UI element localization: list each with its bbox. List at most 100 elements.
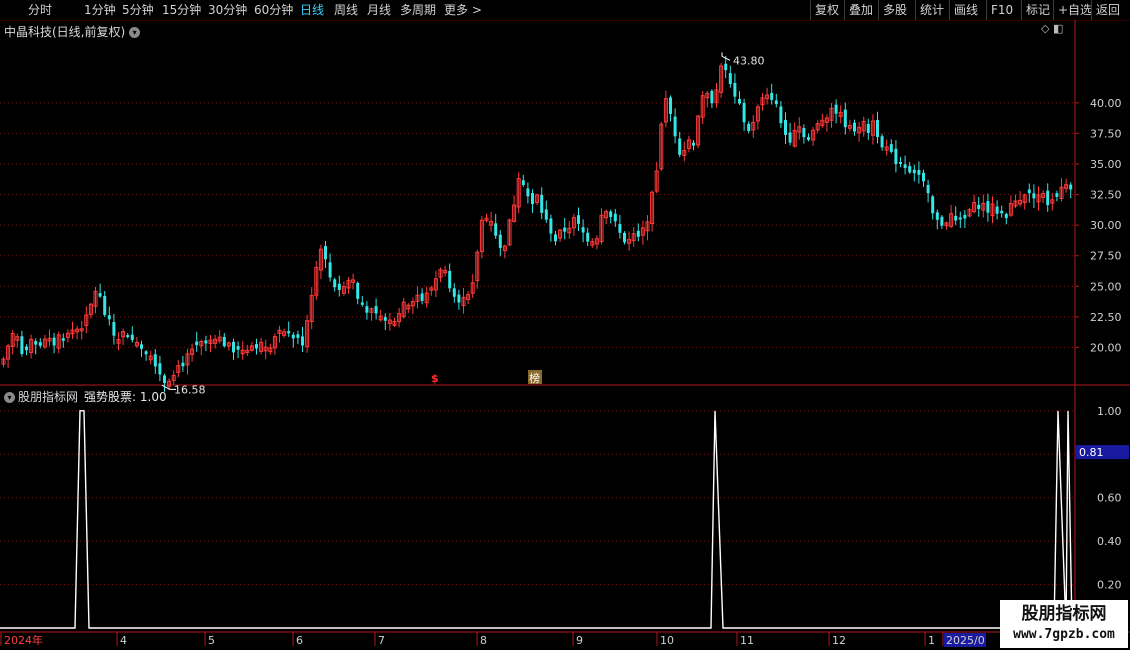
candle-body [926,184,930,194]
candle-body [618,223,622,233]
time-axis-label: 6 [296,634,303,647]
candle-body [581,227,585,233]
candle-body [710,90,714,104]
time-axis-label: 11 [740,634,754,647]
candle-body [880,136,884,148]
time-axis-label: 8 [480,634,487,647]
watermark-logo: 股朋指标网 www.7gpzb.com [1000,600,1128,648]
candle-body [296,334,300,338]
indicator-panel-title: ▾ 股朋指标网 强势股票: 1.00 [4,388,167,405]
time-axis-label: 2025/0 [946,634,985,647]
candle-body [1046,190,1050,206]
indicator-tick-label: 0.40 [1097,535,1122,548]
event-marker-dollar: $ [431,372,439,385]
candle-body [1004,213,1008,219]
candle-body [977,204,981,209]
candle-body [52,337,56,346]
candle-body [204,340,208,344]
candle-body [899,162,902,164]
indicator-name: 股朋指标网 [18,390,79,404]
candle-body [1069,184,1073,190]
time-axis-label: 9 [576,634,583,647]
event-marker-list: 榜 [529,371,540,385]
candle-body [544,209,548,220]
candle-body [301,336,304,346]
candle-body [802,128,806,138]
candle-body [807,137,810,140]
candle-body [333,279,337,288]
candle-body [940,216,944,226]
candle-body [935,212,939,220]
candle-body [112,322,116,336]
candle-body [738,98,741,104]
candle-body [163,375,166,384]
watermark-title: 股朋指标网 [1021,604,1107,624]
candle-body [554,234,557,242]
watermark-url: www.7gpzb.com [1013,627,1115,642]
candle-body [724,63,728,71]
candle-body [609,211,613,218]
candle-body [236,346,240,350]
indicator-dropdown-icon[interactable]: ▾ [4,392,15,403]
candle-body [130,334,134,341]
price-tick-label: 37.50 [1090,127,1122,140]
candle-body [38,342,42,346]
candle-body [728,73,732,84]
candle-body [747,123,751,132]
candle-body [922,172,925,182]
candle-body [337,283,341,291]
candle-body [876,120,879,138]
chart-area[interactable]: 20.00 22.50 25.00 27.50 30.00 32.50 35.00 37.50… [0,0,1130,650]
price-tick-label: 22.50 [1090,311,1122,324]
candle-body [912,169,916,174]
candle-body [20,336,24,354]
current-value-label: 0.81 [1079,446,1104,459]
candle-body [222,336,226,347]
candle-body [34,341,38,345]
candle-body [549,218,553,234]
candle-body [195,341,199,346]
candle-body [494,223,498,236]
candle-body [457,294,461,303]
candle-body [577,215,580,224]
candle-body [25,346,28,351]
indicator-tick-label: 1.00 [1097,405,1122,418]
candle-body [526,188,530,197]
candle-body [986,201,990,213]
candle-body [181,362,185,367]
time-axis-label: 1 [928,634,935,647]
candle-body [733,82,737,97]
candle-body [673,116,677,137]
candle-body [153,354,157,367]
candle-body [126,335,130,338]
candle-body [324,246,327,260]
candle-body [287,331,291,334]
candle-body [963,214,967,219]
indicator-line [0,410,1075,629]
candle-body [931,196,935,214]
min-price-label: 16.58 [174,383,206,396]
time-axis-label: 5 [208,634,215,647]
candle-body [452,288,456,297]
price-tick-label: 27.50 [1090,250,1122,263]
candle-body [853,122,856,132]
candle-body [291,334,295,339]
candle-body [98,293,102,297]
candle-body [365,306,369,313]
candle-body [540,194,544,213]
candle-body [140,344,143,349]
candle-body [383,317,387,321]
candle-body [834,104,838,114]
candle-body [903,164,907,168]
time-axis-label: 2024年 [4,633,43,647]
candle-body [107,315,111,320]
candle-body [1000,210,1004,214]
candle-body [958,217,962,220]
price-tick-label: 30.00 [1090,219,1122,232]
candle-body [61,338,65,341]
price-tick-label: 35.00 [1090,158,1122,171]
max-price-label: 43.80 [733,54,765,67]
candle-body [636,230,640,237]
candle-body [908,166,912,173]
candle-body [742,102,746,123]
